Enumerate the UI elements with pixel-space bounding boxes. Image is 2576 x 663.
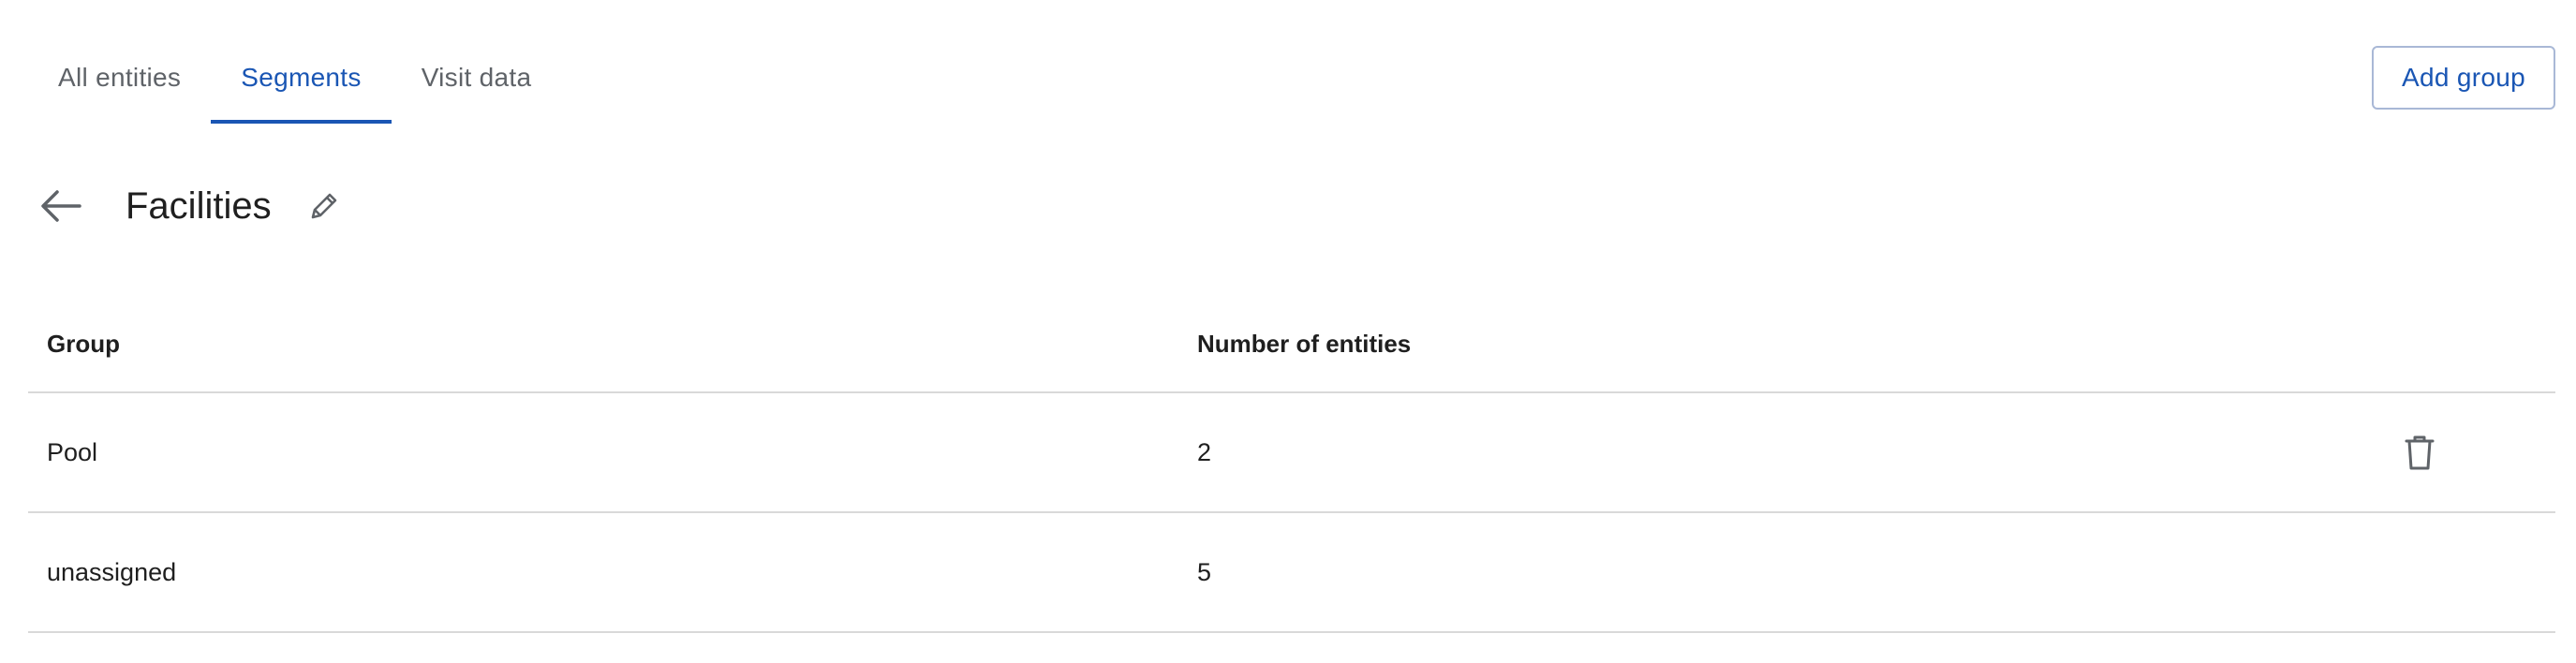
arrow-left-icon[interactable] [37, 183, 84, 229]
tab-all-entities[interactable]: All entities [28, 32, 211, 124]
group-name-cell: unassigned [47, 557, 177, 586]
tab-segments[interactable]: Segments [211, 32, 392, 124]
tab-bar: All entities Segments Visit data [28, 37, 561, 124]
entity-count-cell: 5 [1197, 557, 1212, 586]
table-header-row: Group Number of entities [28, 297, 2555, 393]
trash-icon[interactable] [2400, 433, 2439, 472]
groups-table: Group Number of entities Pool 2 unassign… [28, 297, 2555, 633]
page-title: Facilities [126, 184, 272, 227]
table-row: unassigned 5 [28, 513, 2555, 633]
add-group-button[interactable]: Add group [2372, 46, 2555, 110]
page-header: Facilities [37, 178, 343, 234]
entity-count-cell: 2 [1197, 437, 1212, 466]
table-row: Pool 2 [28, 393, 2555, 513]
column-header-number-of-entities: Number of entities [1197, 330, 1412, 358]
tab-visit-data[interactable]: Visit data [392, 32, 562, 124]
group-name-cell: Pool [47, 437, 98, 466]
pencil-icon[interactable] [305, 187, 343, 225]
column-header-group: Group [47, 330, 120, 358]
